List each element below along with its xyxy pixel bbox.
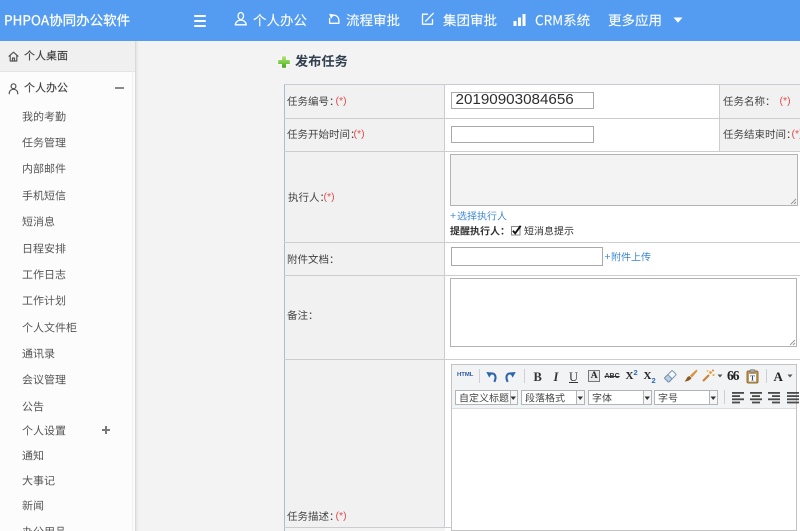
svg-text:T: T [750,373,755,382]
